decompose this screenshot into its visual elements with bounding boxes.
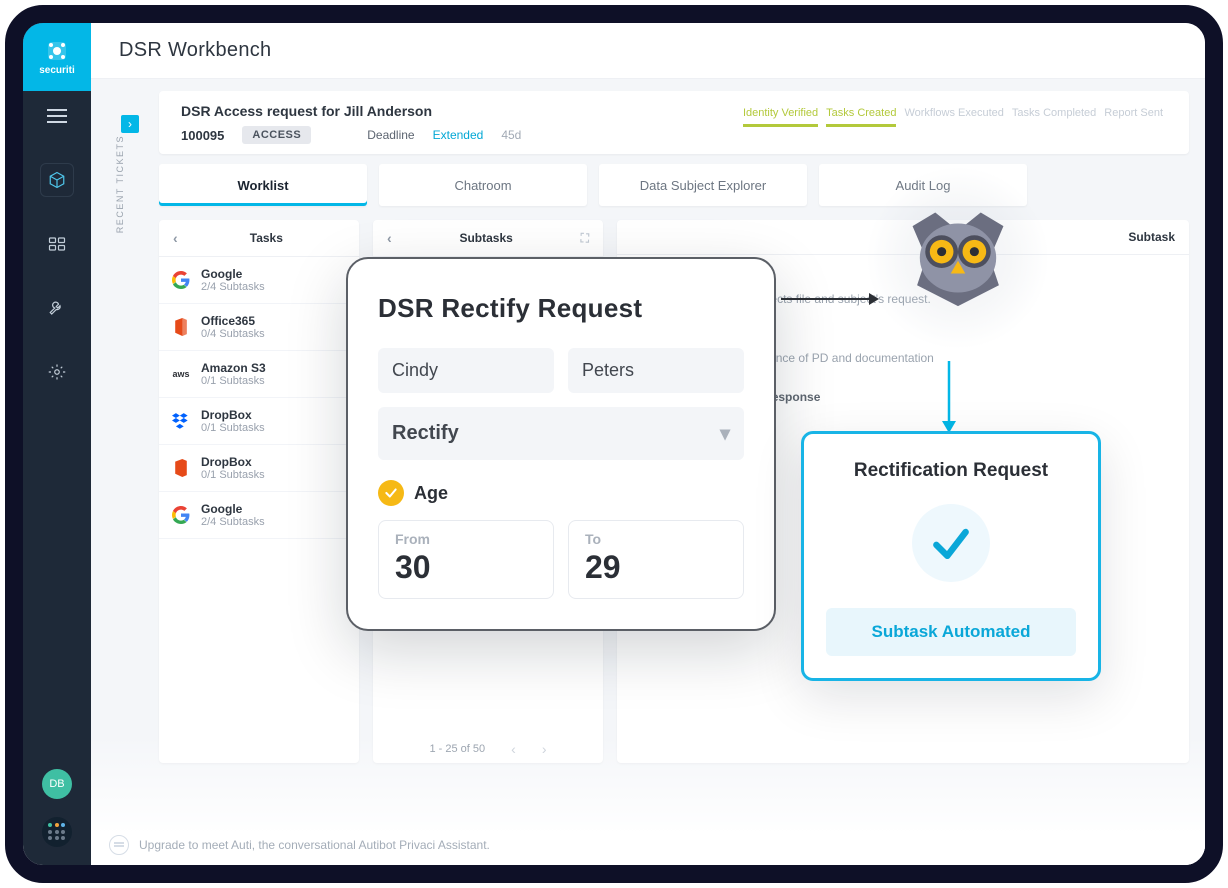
stage: Workflows Executed: [904, 107, 1003, 127]
pager-label: 1 - 25 of 50: [430, 743, 486, 755]
tasks-back-icon[interactable]: ‹: [173, 230, 178, 246]
deadline-status: Extended: [433, 128, 484, 142]
subtasks-back-icon[interactable]: ‹: [387, 230, 392, 246]
stage: Tasks Completed: [1012, 107, 1096, 127]
tabs: Worklist Chatroom Data Subject Explorer …: [159, 164, 1189, 206]
first-name-input[interactable]: Cindy: [378, 348, 554, 393]
aws-icon: aws: [171, 364, 191, 384]
nav-cube-icon[interactable]: [40, 163, 74, 197]
task-item[interactable]: DropBox0/1 Subtasks: [159, 445, 359, 492]
modal-title: DSR Rectify Request: [378, 293, 744, 324]
owl-icon: [903, 208, 1013, 308]
app-switcher-icon[interactable]: [42, 817, 72, 847]
from-box[interactable]: From 30: [378, 520, 554, 599]
google-icon: [171, 505, 191, 525]
brand-icon: [45, 39, 69, 63]
to-box[interactable]: To 29: [568, 520, 744, 599]
task-item[interactable]: aws Amazon S30/1 Subtasks: [159, 351, 359, 398]
stage: Identity Verified: [743, 107, 818, 127]
main-panel: DSR Workbench › RECENT TICKETS DSR Acces…: [91, 23, 1205, 865]
task-item[interactable]: DropBox0/1 Subtasks: [159, 398, 359, 445]
arrow-down-icon: [937, 361, 961, 435]
request-id: 100095: [181, 128, 224, 143]
upgrade-text: Upgrade to meet Auti, the conversational…: [139, 838, 490, 852]
deadline-label: Deadline: [367, 128, 414, 142]
pager: 1 - 25 of 50 ‹ ›: [373, 727, 603, 763]
task-item[interactable]: Google2/4 Subtasks: [159, 257, 359, 304]
last-name-input[interactable]: Peters: [568, 348, 744, 393]
tab-chatroom[interactable]: Chatroom: [379, 164, 587, 206]
task-item[interactable]: Office3650/4 Subtasks: [159, 304, 359, 351]
check-icon: [378, 480, 404, 506]
success-check-icon: [912, 504, 990, 582]
stage: Tasks Created: [826, 107, 896, 127]
brand-text: securiti: [39, 65, 75, 76]
brand-logo[interactable]: securiti: [23, 23, 91, 91]
task-item[interactable]: Google2/4 Subtasks: [159, 492, 359, 539]
user-avatar[interactable]: DB: [42, 769, 72, 799]
result-title: Rectification Request: [826, 460, 1076, 482]
pager-next-icon[interactable]: ›: [542, 741, 547, 757]
subtask-header: Subtask: [1128, 230, 1175, 244]
menu-icon[interactable]: [47, 109, 67, 123]
chevron-down-icon: ▾: [720, 421, 730, 446]
nav-wrench-icon[interactable]: [40, 291, 74, 325]
request-header: DSR Access request for Jill Anderson 100…: [159, 91, 1189, 154]
left-nav: securiti: [23, 23, 91, 865]
tasks-header: Tasks: [188, 231, 345, 245]
subtask-automated-button[interactable]: Subtask Automated: [826, 608, 1076, 656]
nav-gear-icon[interactable]: [40, 355, 74, 389]
tasks-column: ‹ Tasks Google2/4 Subtasks Office3650/4 …: [159, 220, 359, 763]
office-icon: [171, 458, 191, 478]
office-icon: [171, 317, 191, 337]
tab-worklist[interactable]: Worklist: [159, 164, 367, 206]
google-icon: [171, 270, 191, 290]
result-card: Rectification Request Subtask Automated: [801, 431, 1101, 681]
request-type-badge: ACCESS: [242, 126, 311, 144]
page-title: DSR Workbench: [91, 23, 1205, 79]
chat-bubble-icon: [109, 835, 129, 855]
deadline-days: 45d: [501, 128, 521, 142]
upgrade-banner[interactable]: Upgrade to meet Auti, the conversational…: [91, 825, 1205, 865]
subtasks-header: Subtasks: [402, 231, 571, 245]
attribute-label: Age: [414, 483, 448, 504]
stage-strip: Identity Verified Tasks Created Workflow…: [743, 107, 1163, 127]
dropbox-icon: [171, 411, 191, 431]
request-type-select[interactable]: Rectify ▾: [378, 407, 744, 460]
expand-icon[interactable]: ⛶: [581, 231, 589, 246]
owl-avatar: [863, 163, 1053, 353]
arrow-right-icon: [781, 287, 881, 311]
rectify-modal: DSR Rectify Request Cindy Peters Rectify…: [346, 257, 776, 631]
nav-servers-icon[interactable]: [40, 227, 74, 261]
stage: Report Sent: [1104, 107, 1163, 127]
pager-prev-icon[interactable]: ‹: [511, 741, 516, 757]
tab-data-subject-explorer[interactable]: Data Subject Explorer: [599, 164, 807, 206]
